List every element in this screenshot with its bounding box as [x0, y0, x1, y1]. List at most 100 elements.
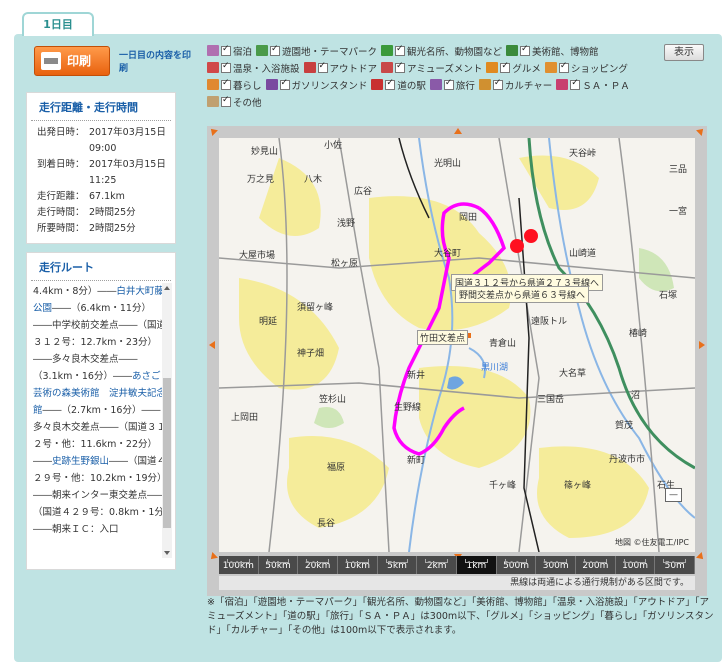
info-key: 所要時間： [37, 223, 85, 234]
filter-checkbox[interactable] [279, 78, 290, 90]
map-label: 広谷 [354, 187, 373, 197]
filter-checkbox[interactable] [520, 44, 531, 56]
scale-button[interactable]: 20km [298, 556, 339, 574]
filter-item[interactable]: 旅行 [429, 78, 475, 92]
route-spot-link[interactable]: 史跡生野銀山 [52, 456, 109, 467]
scroll-down-icon[interactable] [164, 551, 170, 555]
filter-item[interactable]: アウトドア [303, 61, 377, 75]
zoom-out-icon[interactable]: — [665, 488, 682, 502]
scale-button[interactable]: 100km [219, 556, 259, 574]
route-segment-text: ――（国道４２９号・他：10.2km・19分）――朝来インター東交差点――（国道… [33, 456, 169, 535]
filter-checkbox[interactable] [221, 78, 231, 90]
map-copyright: 地図 ©住友電工/IPC [614, 538, 689, 547]
map-label: 天谷峠 [569, 149, 597, 159]
pan-up-right-icon[interactable] [696, 126, 706, 136]
filter-checkbox[interactable] [570, 78, 581, 90]
scale-button[interactable]: 50m [655, 556, 696, 574]
pan-down-left-icon[interactable] [208, 552, 218, 562]
filter-item[interactable]: 遊園地・テーマパーク [256, 44, 377, 58]
pan-right-icon[interactable] [699, 341, 705, 349]
scale-button[interactable]: 300m [536, 556, 577, 574]
route-scrollbar[interactable] [162, 283, 172, 558]
scale-button[interactable]: 10km [338, 556, 378, 574]
filter-label: 宿泊 [233, 46, 253, 58]
filter-item[interactable]: 宿泊 [207, 44, 252, 58]
map-label: 椿崎 [629, 329, 648, 339]
gourmet-icon [486, 62, 499, 73]
filter-item[interactable]: ガソリンスタンド [265, 78, 367, 92]
tab-day-1[interactable]: 1日目 [22, 12, 94, 36]
filter-row: その他 [207, 93, 667, 110]
map-label: 新町 [407, 456, 426, 466]
filter-checkbox[interactable] [385, 78, 396, 90]
map-label: 神子畑 [297, 349, 325, 359]
distance-time-info: 出発日時： 2017年03月15日 09:00 到着日時： 2017年03月15日 11:… [27, 121, 175, 243]
start-marker [510, 239, 524, 253]
print-button[interactable]: 印刷 [34, 46, 110, 76]
info-value: 67.1km [89, 191, 125, 202]
filter-label: グルメ [512, 63, 541, 75]
filter-label: 暮らし [233, 80, 262, 92]
filter-label: アミューズメント [407, 63, 483, 75]
filter-checkbox[interactable] [317, 61, 328, 73]
poi-filter-list: 宿泊 遊園地・テーマパーク 観光名所、動物園など 美術館、博物館温泉・入浴施設 アウトド… [207, 42, 667, 110]
filter-item[interactable]: ショッピング [544, 61, 628, 75]
filter-checkbox[interactable] [443, 78, 454, 90]
pan-down-right-icon[interactable] [696, 552, 706, 562]
scroll-thumb[interactable] [163, 378, 171, 528]
map-label: 千ヶ峰 [489, 481, 517, 491]
show-button[interactable]: 表示 [664, 44, 704, 61]
filter-checkbox[interactable] [395, 44, 406, 56]
filter-item[interactable]: カルチャー [478, 78, 552, 92]
info-value: 2時間25分 [89, 223, 136, 234]
pan-left-icon[interactable] [209, 341, 215, 349]
filter-item[interactable]: グルメ [486, 61, 541, 75]
map-graphics [219, 138, 695, 552]
filter-label: 観光名所、動物園など [407, 46, 503, 58]
filter-checkbox[interactable] [492, 78, 503, 90]
scale-button[interactable]: 200m [576, 556, 616, 574]
filter-checkbox[interactable] [500, 61, 511, 73]
filter-item[interactable]: その他 [207, 95, 262, 109]
filter-item[interactable]: 美術館、博物館 [506, 44, 599, 58]
filter-checkbox[interactable] [270, 44, 281, 56]
scroll-up-icon[interactable] [164, 286, 170, 290]
filter-item[interactable]: 暮らし [207, 78, 262, 92]
map-label: 沼 [631, 391, 641, 401]
scale-button[interactable]: 50km [258, 556, 299, 574]
map-container: 妙見山 小佐 天谷峠 万之見 八木 光明山 三品 広谷 浅野 岡田 一宮 大屋市… [207, 126, 707, 596]
filter-checkbox[interactable] [221, 61, 231, 73]
scale-button[interactable]: 2km [417, 556, 458, 574]
scale-button[interactable]: 1km [457, 556, 497, 574]
map-label: 三国岳 [537, 395, 565, 405]
filter-item[interactable]: 温泉・入浴施設 [207, 61, 300, 75]
map-label: 妙見山 [251, 147, 279, 157]
info-key [37, 173, 89, 189]
footnote: ※「宿泊」「遊園地・テーマパーク」「観光名所、動物園など」「美術館、博物館」「温… [207, 597, 714, 636]
filter-label: 道の駅 [397, 80, 426, 92]
filter-item[interactable]: アミューズメント [381, 61, 482, 75]
route-map[interactable]: 妙見山 小佐 天谷峠 万之見 八木 光明山 三品 広谷 浅野 岡田 一宮 大屋市… [219, 138, 695, 552]
itinerary-panel: 印刷 一日目の内容を印刷 走行距離・走行時間 出発日時： 2017年03月15日 0… [14, 34, 722, 662]
scale-button[interactable]: 500m [496, 556, 537, 574]
filter-item[interactable]: 道の駅 [371, 78, 426, 92]
map-label: 丹波市市 [609, 455, 646, 465]
pan-up-icon[interactable] [454, 128, 462, 134]
scale-button[interactable]: 100m [615, 556, 656, 574]
pan-up-left-icon[interactable] [208, 126, 218, 136]
shopping-icon [544, 62, 557, 73]
filter-item[interactable]: 観光名所、動物園など [381, 44, 502, 58]
filter-item[interactable]: ＳＡ・ＰＡ [556, 78, 630, 92]
map-label: 大名草 [559, 369, 587, 379]
info-row: 出発日時： 2017年03月15日 [37, 125, 175, 141]
scale-button[interactable]: 5km [377, 556, 418, 574]
filter-checkbox[interactable] [558, 61, 569, 73]
print-note-link[interactable]: 一日目の内容を印刷 [119, 50, 191, 76]
filter-checkbox[interactable] [221, 44, 231, 56]
hotel-icon [207, 45, 219, 56]
filter-checkbox[interactable] [395, 61, 406, 73]
map-label: 浅野 [337, 219, 356, 229]
info-key: 走行時間： [37, 207, 85, 218]
filter-checkbox[interactable] [221, 95, 231, 107]
filter-row: 暮らし ガソリンスタンド 道の駅 旅行 カルチャー ＳＡ・ＰＡ [207, 76, 667, 93]
